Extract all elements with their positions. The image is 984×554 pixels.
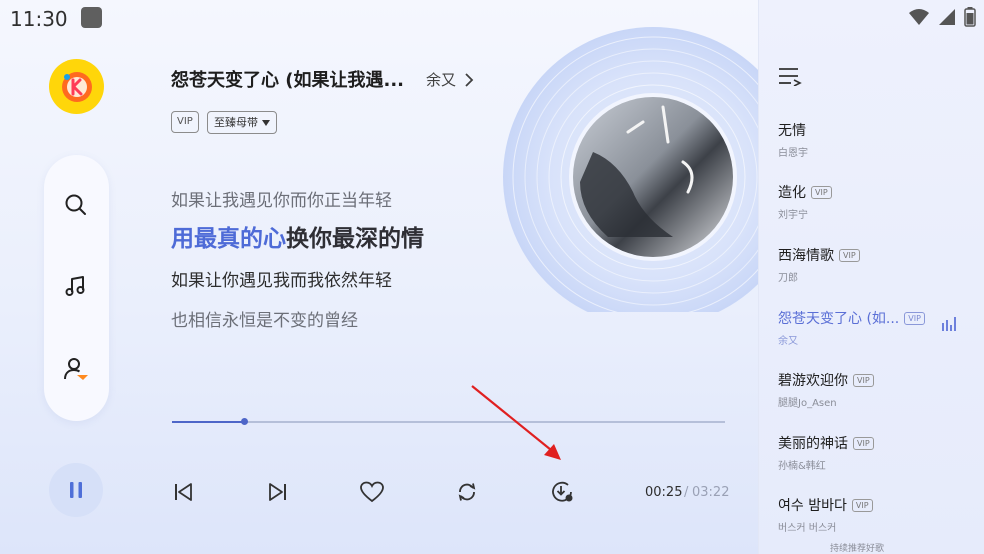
song-title: 怨苍天变了心 (如果让我遇...: [171, 70, 405, 91]
next-button[interactable]: [264, 478, 292, 506]
song-name: 美丽的神话: [778, 436, 848, 452]
caret-down-icon: [262, 119, 270, 126]
lyric-line-current: 用最真的心换你最深的情: [171, 219, 424, 253]
playlist-item-artist: 孙楠&韩红: [778, 461, 826, 472]
download-button[interactable]: [548, 478, 576, 506]
previous-button[interactable]: [169, 478, 197, 506]
quality-selector[interactable]: 至臻母带: [207, 111, 277, 134]
download-icon: [552, 481, 573, 502]
playlist-item-title: 碧游欢迎你 VIP: [778, 370, 968, 390]
song-name: 西海情歌: [778, 248, 834, 264]
playlist-item-artist: 刘宇宁: [778, 210, 808, 221]
repeat-button[interactable]: [453, 478, 481, 506]
time-separator: /: [684, 485, 689, 500]
vip-tag: VIP: [851, 498, 873, 512]
favorite-button[interactable]: [358, 478, 386, 506]
status-icons: [908, 7, 976, 27]
playlist-item[interactable]: 여수 밤바다 VIP 버스커 버스커: [778, 495, 968, 534]
vip-tag: VIP: [811, 185, 832, 199]
now-playing-eq-icon: [942, 317, 956, 331]
song-name: 碧游欢迎你: [778, 373, 848, 389]
annotation-arrow: [471, 385, 561, 460]
progress-handle[interactable]: [240, 418, 248, 425]
signal-icon: [939, 9, 955, 25]
vip-badge: VIP: [171, 111, 199, 133]
album-disc: [468, 12, 758, 327]
playlist-item-title: 여수 밤바다 VIP: [778, 495, 968, 515]
song-name: 造化: [778, 185, 806, 201]
playlist-item-current[interactable]: 怨苍天变了心 (如... VIP 余又: [778, 308, 968, 347]
playlist-item[interactable]: 美丽的神话 VIP 孙楠&韩红: [778, 433, 968, 472]
status-time: 11:30: [10, 7, 68, 31]
lyric-line: 也相信永恒是不变的曾经: [171, 311, 358, 331]
progress-bar[interactable]: [172, 418, 725, 425]
kugou-logo-icon: [61, 71, 92, 102]
lyric-line: 如果让我遇见你而你正当年轻: [171, 191, 392, 211]
progress-fill: [172, 421, 244, 423]
playlist-item[interactable]: 无情 白恩宇: [778, 120, 968, 159]
repeat-icon: [458, 483, 476, 501]
music-note-icon[interactable]: [62, 272, 90, 300]
vip-tag: VIP: [904, 311, 925, 325]
search-icon[interactable]: [62, 191, 90, 219]
quality-label: 至臻母带: [214, 116, 258, 129]
playlist-footer: 持续推荐好歌: [830, 544, 885, 554]
playlist-menu-icon[interactable]: [778, 66, 802, 86]
player-area: 11:30 怨苍天变了心 (如果让我遇... 余又 VIP 至臻母带 如果让我遇…: [0, 0, 758, 554]
battery-icon: [964, 7, 976, 27]
playlist-item-title: 美丽的神话 VIP: [778, 433, 968, 453]
artist-link[interactable]: 余又: [426, 69, 474, 90]
playlist-item-artist: 白恩宇: [778, 148, 808, 159]
playlist-item-artist: 余又: [778, 336, 798, 347]
playlist-item-title: 无情: [778, 120, 968, 140]
nav-sidebar: [44, 155, 109, 421]
song-name: 怨苍天变了心 (如...: [778, 311, 900, 327]
next-icon: [269, 483, 286, 501]
total-time: 03:22: [692, 485, 730, 500]
artist-name: 余又: [426, 71, 457, 89]
lyric-highlight: 用最真的心: [171, 226, 286, 252]
wifi-icon: [909, 9, 929, 25]
vinyl-disc: [503, 27, 758, 327]
playlist-item[interactable]: 造化 VIP 刘宇宁: [778, 182, 968, 221]
song-name: 여수 밤바다: [778, 498, 847, 514]
app-logo[interactable]: [49, 59, 104, 114]
vip-tag: VIP: [853, 436, 874, 450]
profile-icon[interactable]: [62, 355, 90, 383]
playlist-item-title: 怨苍天变了心 (如... VIP: [778, 308, 968, 328]
playlist-item-title: 西海情歌 VIP: [778, 245, 968, 265]
vip-tag: VIP: [853, 373, 874, 387]
playlist-item-artist: 버스커 버스커: [778, 523, 837, 534]
lyric-rest: 换你最深的情: [286, 226, 424, 252]
playlist-item-title: 造化 VIP: [778, 182, 968, 202]
playlist-item[interactable]: 西海情歌 VIP 刀郎: [778, 245, 968, 284]
lyric-line: 如果让你遇见我而我依然年轻: [171, 271, 392, 291]
heart-icon: [360, 481, 384, 503]
pause-icon: [70, 482, 82, 498]
playlist-item-artist: 刀郎: [778, 273, 798, 284]
current-time: 00:25: [645, 485, 683, 500]
playlist-item-artist: 腿腿Jo_Asen: [778, 398, 837, 409]
song-name: 无情: [778, 123, 806, 139]
vip-tag: VIP: [839, 248, 860, 262]
status-notification-icon: [81, 7, 102, 28]
previous-icon: [175, 483, 192, 501]
pause-button[interactable]: [49, 463, 103, 517]
playlist-item[interactable]: 碧游欢迎你 VIP 腿腿Jo_Asen: [778, 370, 968, 409]
